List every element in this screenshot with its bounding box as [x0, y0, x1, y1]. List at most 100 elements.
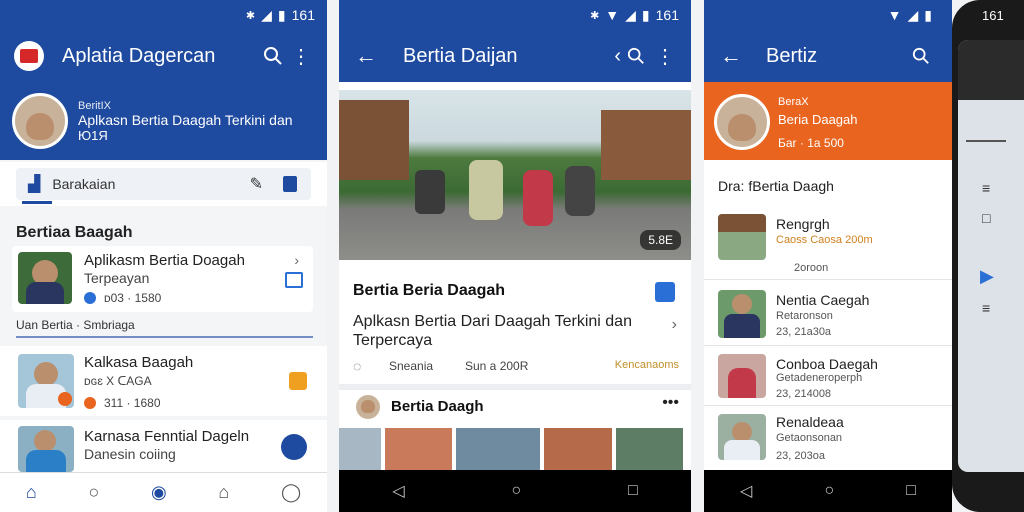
section-title: Bertiaa Baagah [16, 224, 133, 241]
comment-icon[interactable]: ◌ [353, 358, 361, 374]
thumbnail [18, 354, 74, 408]
bookmark-icon[interactable] [283, 176, 297, 192]
avatar[interactable] [714, 94, 770, 150]
badge-icon [84, 292, 96, 304]
action-label-1[interactable]: Sneania [389, 359, 433, 373]
list-icon[interactable]: ≡ [982, 300, 990, 316]
share-icon[interactable]: ‹ [614, 45, 621, 68]
post-card: Bertia Daagh ••• [339, 390, 691, 470]
list-item[interactable]: Rengrgh Caoss Caosa 200m 2oroon [704, 206, 952, 280]
nav-back-icon[interactable]: ◁ [392, 481, 404, 501]
bottom-nav: ⌂ ○ ◉ ⌂ ◯ [0, 472, 327, 512]
profile-header: BeritIX Aplkasn Bertia Daagah Terkini da… [0, 82, 327, 160]
compass-icon[interactable]: ◉ [151, 482, 167, 503]
item-meta: 23, 203oa [776, 450, 825, 462]
badge-icon [84, 397, 96, 409]
thumbnail [718, 414, 766, 460]
item-subtitle: Terpeayan [84, 270, 150, 286]
battery-icon: ▮ [277, 6, 286, 23]
search-nav-icon[interactable]: ○ [88, 482, 99, 503]
profile-tagline: Aplkasn Bertia Daagah Terkini dan [78, 111, 293, 128]
more-options-icon[interactable]: ⋮ [291, 44, 311, 69]
nav-recents-icon[interactable]: □ [628, 482, 638, 500]
system-nav-bar: ◁ ○ □ [704, 470, 952, 512]
bluetooth-icon: ✱ [590, 9, 600, 22]
thumbnail [718, 214, 766, 260]
item-meta: 23, 21a30a [776, 326, 832, 338]
search-icon[interactable] [912, 47, 930, 65]
list-item[interactable]: Karnasa Fenntial Dageln Danesin coiing [0, 420, 327, 472]
list-item[interactable]: Aplikasm Bertia Doagah Terpeayan ᴅ03 · 1… [12, 246, 313, 312]
square-icon[interactable]: □ [982, 210, 990, 226]
list-item[interactable]: Conboa Daegah Getadeneroperph 23, 214008 [704, 348, 952, 406]
section-title: Dra: fBertia Daagh [718, 178, 834, 194]
profile-meta: Ю1Я [78, 127, 108, 143]
item-meta: 311 · 1680 [104, 396, 161, 410]
nav-recents-icon[interactable]: □ [906, 482, 916, 500]
more-horizontal-icon[interactable]: ••• [662, 394, 679, 412]
house-outline-icon[interactable]: ⌂ [218, 482, 229, 503]
photo-count-badge: 5.8E [640, 230, 681, 250]
photo-strip[interactable] [339, 428, 683, 470]
status-bar: ✱ ◢ ▮ 161 [0, 0, 327, 30]
tab-barakaian[interactable]: ▟ Barakaian ✎ [16, 168, 311, 200]
item-title: Rengrgh [776, 216, 830, 232]
more-options-icon[interactable]: ⋮ [655, 44, 675, 69]
play-icon[interactable]: ▶ [980, 266, 994, 287]
hero-photo[interactable]: 5.8E [339, 90, 691, 260]
action-label-3[interactable]: Kencanaoms [615, 359, 679, 371]
section-link[interactable]: Uan Bertia · Smbriaga [16, 318, 135, 332]
avatar[interactable] [355, 394, 381, 420]
thumbnail [718, 354, 766, 398]
avatar[interactable] [12, 93, 68, 149]
share-icon[interactable] [285, 272, 303, 288]
status-bar: ▼ ◢ ▮ [704, 0, 952, 30]
tab-label: Barakaian [52, 176, 116, 192]
nav-home-icon[interactable]: ○ [511, 482, 521, 500]
article-headline: Aplkasn Bertia Dari Daagah Terkini dan T… [353, 313, 632, 349]
item-title: Renaldeaa [776, 414, 844, 430]
lock-icon[interactable] [289, 372, 307, 390]
action-label-2[interactable]: Sun a 200R [465, 359, 528, 373]
item-subtitle: Retaronson [776, 310, 833, 322]
wifi-icon: ▼ [887, 7, 902, 23]
search-icon[interactable] [627, 47, 645, 65]
app-title: Aplatia Dagercan [62, 44, 216, 67]
app-title: Bertiz [766, 44, 818, 67]
article-card[interactable]: Bertia Beria Daagah Aplkasn Bertia Dari … [339, 270, 691, 382]
home-icon[interactable]: ⌂ [26, 482, 37, 503]
item-subtitle: Caoss Caosa 200m [776, 234, 873, 246]
bluetooth-icon: ✱ [245, 9, 256, 22]
list-item[interactable]: Nentia Caegah Retaronson 23, 21a30a [704, 282, 952, 346]
bookmark-icon[interactable] [655, 282, 675, 302]
app-logo-icon[interactable] [14, 41, 44, 71]
status-time: 161 [291, 7, 315, 23]
nav-home-icon[interactable]: ○ [824, 482, 834, 500]
item-meta: 23, 214008 [776, 388, 832, 400]
profile-header: BeraX Beria Daagah Бar · 1a 500 [704, 82, 952, 160]
user-badge-icon[interactable] [281, 434, 307, 460]
edit-icon[interactable]: ✎ [250, 174, 263, 194]
signal-icon: ◢ [907, 6, 919, 23]
chevron-right-icon[interactable]: › [672, 316, 677, 334]
back-arrow-icon[interactable]: ← [720, 43, 742, 69]
menu-icon[interactable]: ≡ [982, 180, 990, 196]
item-subtitle: ᴅɢɛ X ᑕAGA [84, 374, 152, 388]
nav-back-icon[interactable]: ◁ [740, 481, 752, 501]
profile-icon[interactable]: ◯ [281, 482, 301, 503]
status-time: 161 [655, 7, 679, 23]
app-bar: ← Bertiz [704, 30, 952, 82]
list-item[interactable]: Kalkasa Baagah ᴅɢɛ X ᑕAGA 311 · 1680 [0, 346, 327, 416]
chevron-right-icon[interactable]: › [294, 252, 299, 268]
item-meta: ᴅ03 · 1580 [104, 291, 162, 305]
phone-screen-article: ✱ ▼ ◢ ▮ 161 ← Bertia Daijan ‹ ⋮ 5.8E Ber… [339, 0, 691, 512]
back-arrow-icon[interactable]: ← [355, 43, 377, 69]
search-icon[interactable] [263, 46, 283, 66]
list-item[interactable]: Renaldeaa Getaonsonan 23, 203oa [704, 408, 952, 470]
item-meta: 2oroon [794, 262, 829, 274]
thumbnail [18, 252, 72, 304]
tab-strip: ▟ Barakaian ✎ [0, 162, 327, 206]
thumbnail [18, 426, 74, 472]
post-author: Bertia Daagh [391, 398, 484, 415]
article-source: Bertia Beria Daagah [353, 282, 506, 299]
